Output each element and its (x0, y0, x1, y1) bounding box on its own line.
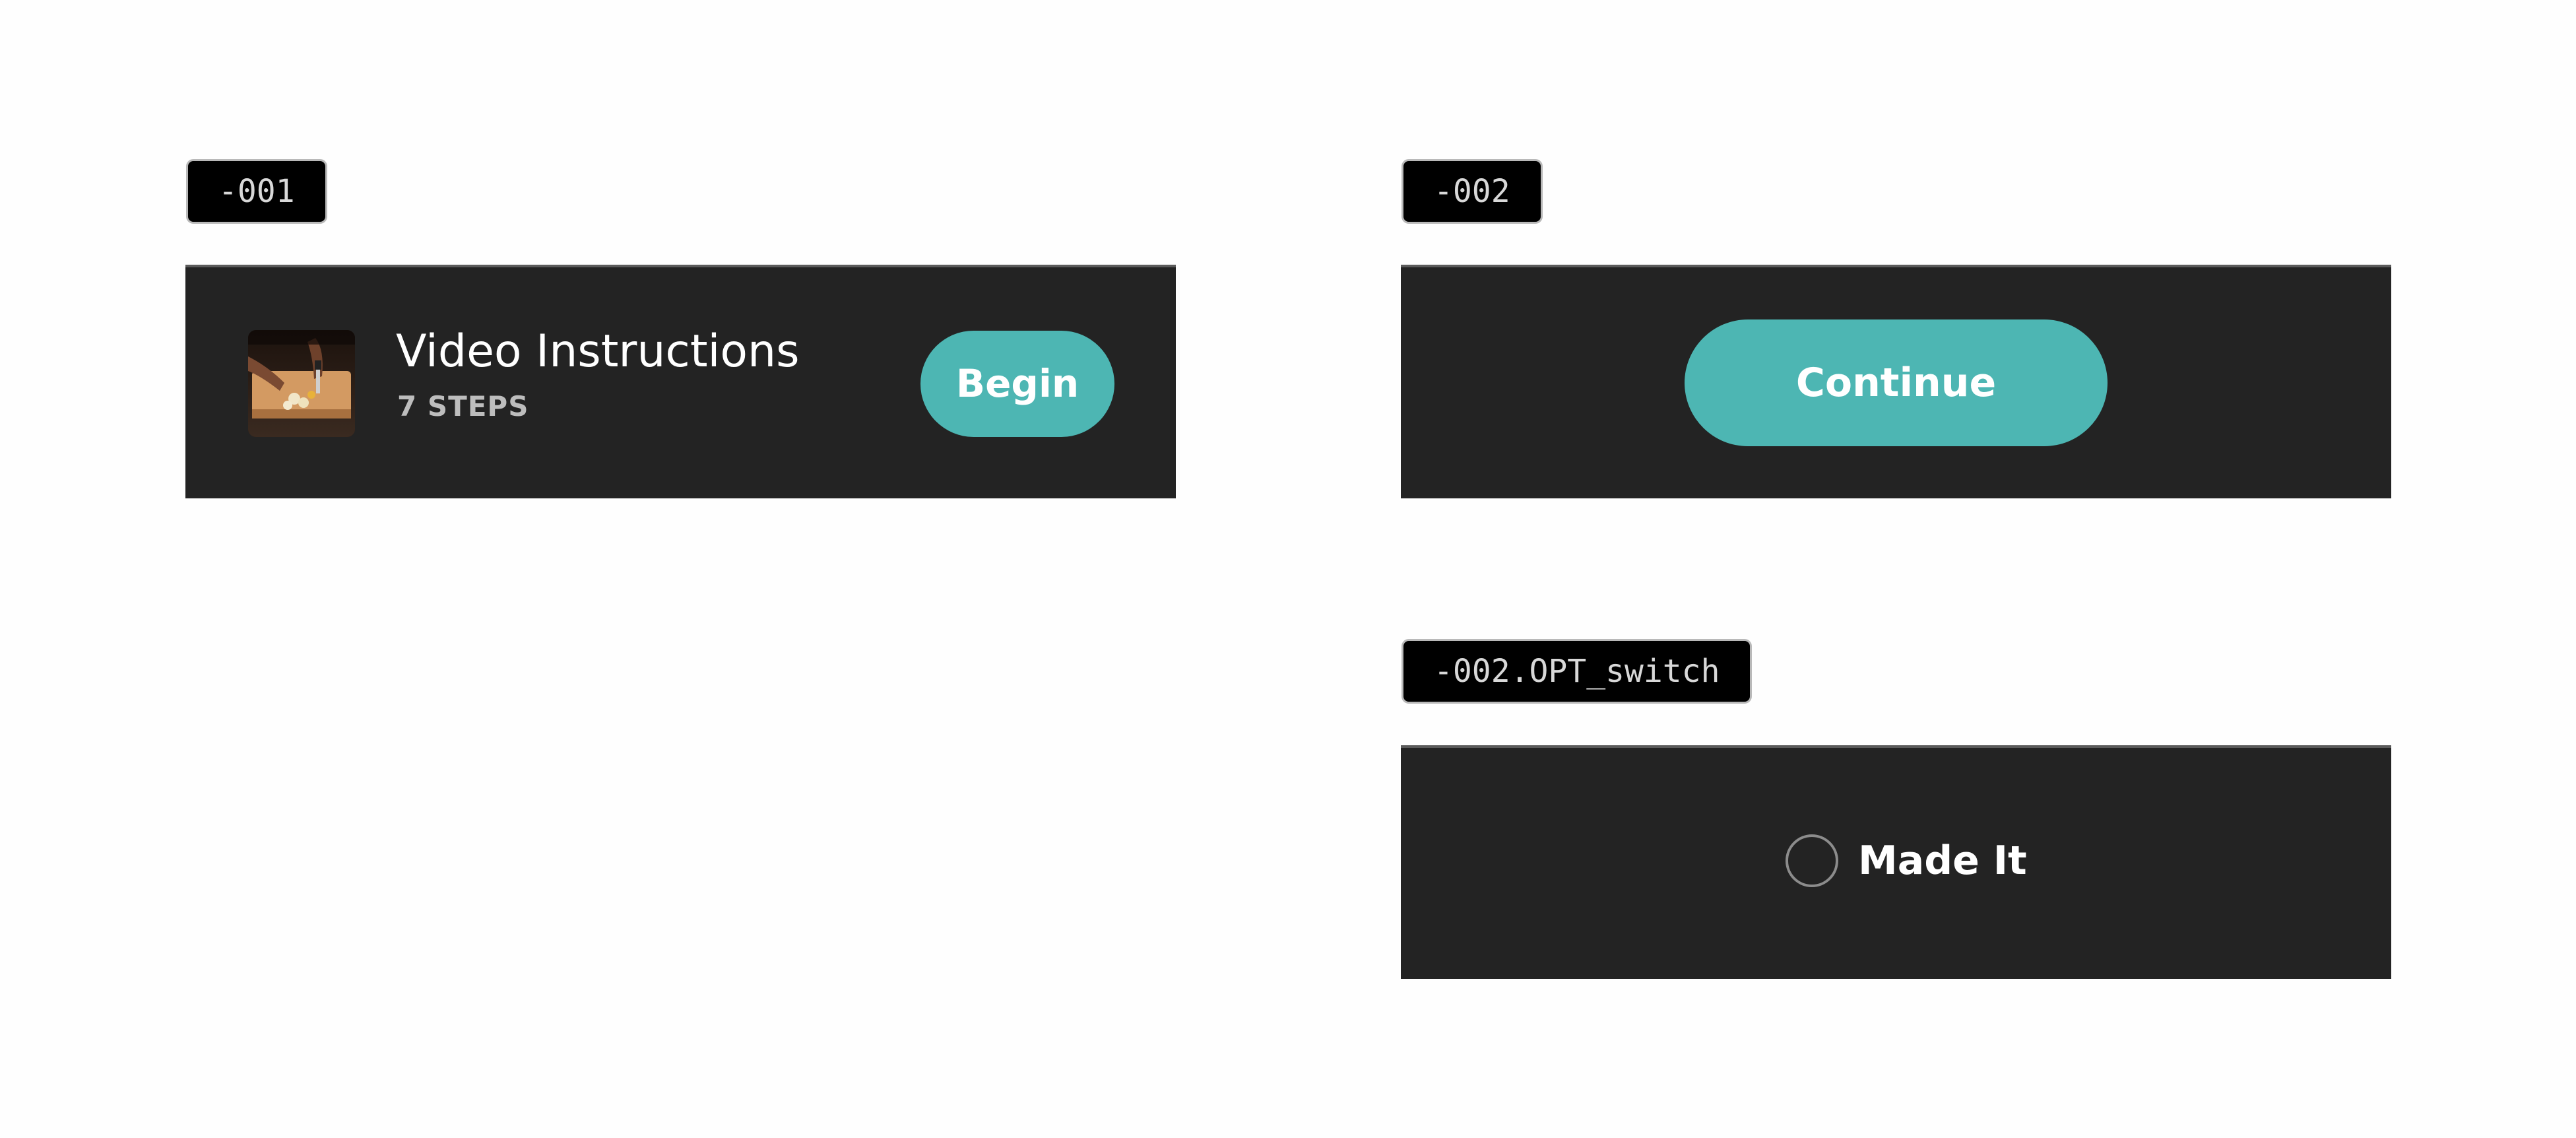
made-it-panel: Made It (1401, 745, 2391, 979)
steps-count: 7 STEPS (397, 390, 529, 422)
made-it-label: Made It (1858, 838, 2027, 884)
video-instructions-panel: Video Instructions 7 STEPS Begin (185, 265, 1176, 498)
variant-tag-001: -001 (186, 159, 327, 224)
continue-button[interactable]: Continue (1685, 319, 2108, 446)
variant-tag-002: -002 (1401, 159, 1543, 224)
continue-panel: Continue (1401, 265, 2391, 498)
variant-tag-002-opt-switch: -002.OPT_switch (1401, 639, 1753, 704)
video-thumbnail[interactable] (248, 330, 355, 437)
begin-button[interactable]: Begin (920, 331, 1114, 437)
video-instructions-title: Video Instructions (396, 325, 800, 378)
cutting-board-image (248, 330, 355, 437)
made-it-toggle[interactable]: Made It (1786, 834, 2027, 887)
radio-circle-icon[interactable] (1786, 834, 1838, 887)
